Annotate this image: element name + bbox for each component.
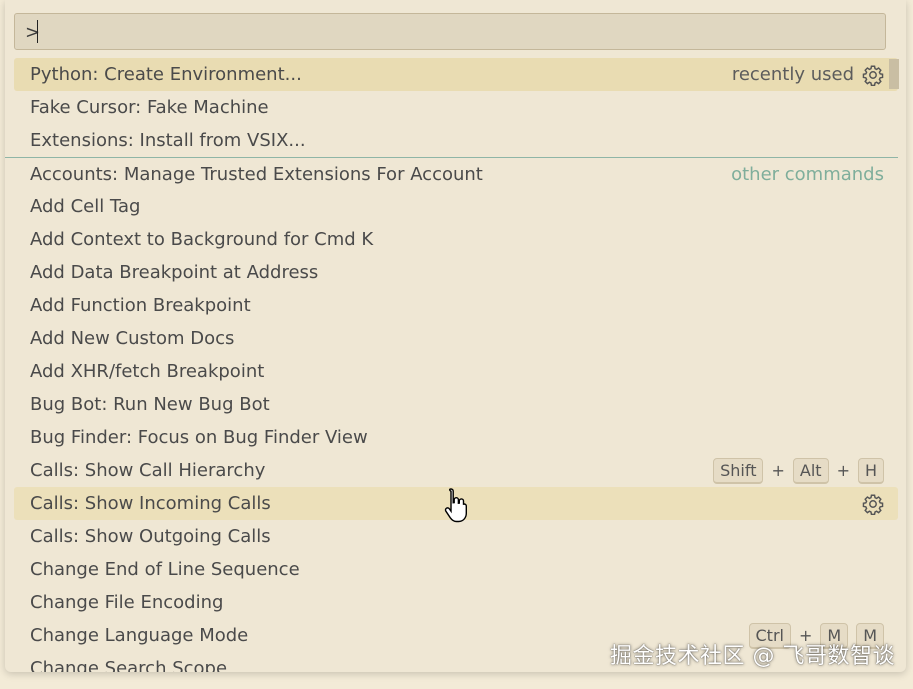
gear-icon[interactable] <box>862 493 884 515</box>
command-item-label: Calls: Show Incoming Calls <box>30 493 271 514</box>
command-item-label: Add Cell Tag <box>30 196 141 217</box>
command-list: Python: Create Environment... recently u… <box>5 58 898 672</box>
command-item[interactable]: Change End of Line Sequence <box>5 553 898 586</box>
command-item[interactable]: Calls: Show Outgoing Calls <box>5 520 898 553</box>
command-item-label: Fake Cursor: Fake Machine <box>30 97 269 118</box>
gear-icon[interactable] <box>862 64 884 86</box>
command-item-label: Calls: Show Call Hierarchy <box>30 460 266 481</box>
other-commands-hint: other commands <box>731 164 884 185</box>
command-item-label: Accounts: Manage Trusted Extensions For … <box>30 164 483 185</box>
command-item-label: Bug Finder: Focus on Bug Finder View <box>30 427 368 448</box>
command-item-label: Calls: Show Outgoing Calls <box>30 526 271 547</box>
command-item[interactable]: Change File Encoding <box>5 586 898 619</box>
command-item[interactable]: Add Cell Tag <box>5 190 898 223</box>
command-item-label: Add Function Breakpoint <box>30 295 251 316</box>
command-item-install-vsix[interactable]: Extensions: Install from VSIX... <box>5 124 898 157</box>
command-palette-input[interactable]: > <box>14 13 886 50</box>
key-alt: Alt <box>792 457 829 484</box>
command-item-label: Add XHR/fetch Breakpoint <box>30 361 265 382</box>
command-item-python-create-environment[interactable]: Python: Create Environment... recently u… <box>14 58 898 91</box>
key-plus: + <box>836 461 850 480</box>
command-item[interactable]: Bug Bot: Run New Bug Bot <box>5 388 898 421</box>
command-item[interactable]: Add New Custom Docs <box>5 322 898 355</box>
command-item-label: Change Search Scope <box>30 658 228 672</box>
command-item[interactable]: Add Function Breakpoint <box>5 289 898 322</box>
key-shift: Shift <box>713 457 764 484</box>
scrollbar-thumb[interactable] <box>889 59 899 89</box>
command-item-show-call-hierarchy[interactable]: Calls: Show Call Hierarchy Shift + Alt +… <box>5 454 898 487</box>
command-item-label: Add New Custom Docs <box>30 328 235 349</box>
command-item[interactable]: Bug Finder: Focus on Bug Finder View <box>5 421 898 454</box>
command-palette: > Python: Create Environment... recently… <box>5 0 906 672</box>
watermark: 掘金技术社区 @ 飞哥数智谈 <box>610 644 895 669</box>
command-item-label: Extensions: Install from VSIX... <box>30 130 306 151</box>
key-h: H <box>857 457 884 484</box>
command-item-label: Change File Encoding <box>30 592 224 613</box>
command-item[interactable]: Add XHR/fetch Breakpoint <box>5 355 898 388</box>
command-item-accounts-manage[interactable]: Accounts: Manage Trusted Extensions For … <box>5 157 898 190</box>
command-item-label: Change Language Mode <box>30 625 249 646</box>
command-item-label: Python: Create Environment... <box>30 64 302 85</box>
hand-cursor-icon <box>443 487 469 523</box>
command-item-label: Add Data Breakpoint at Address <box>30 262 319 283</box>
command-item[interactable]: Add Context to Background for Cmd K <box>5 223 898 256</box>
command-item-label: Add Context to Background for Cmd K <box>30 229 374 250</box>
command-item-fake-cursor[interactable]: Fake Cursor: Fake Machine <box>5 91 898 124</box>
command-item-label: Change End of Line Sequence <box>30 559 300 580</box>
text-caret <box>37 20 38 43</box>
command-item-label: Bug Bot: Run New Bug Bot <box>30 394 270 415</box>
recently-used-hint: recently used <box>731 64 854 85</box>
keybinding: Shift + Alt + H <box>713 454 884 487</box>
command-item[interactable]: Add Data Breakpoint at Address <box>5 256 898 289</box>
key-plus: + <box>771 461 785 480</box>
